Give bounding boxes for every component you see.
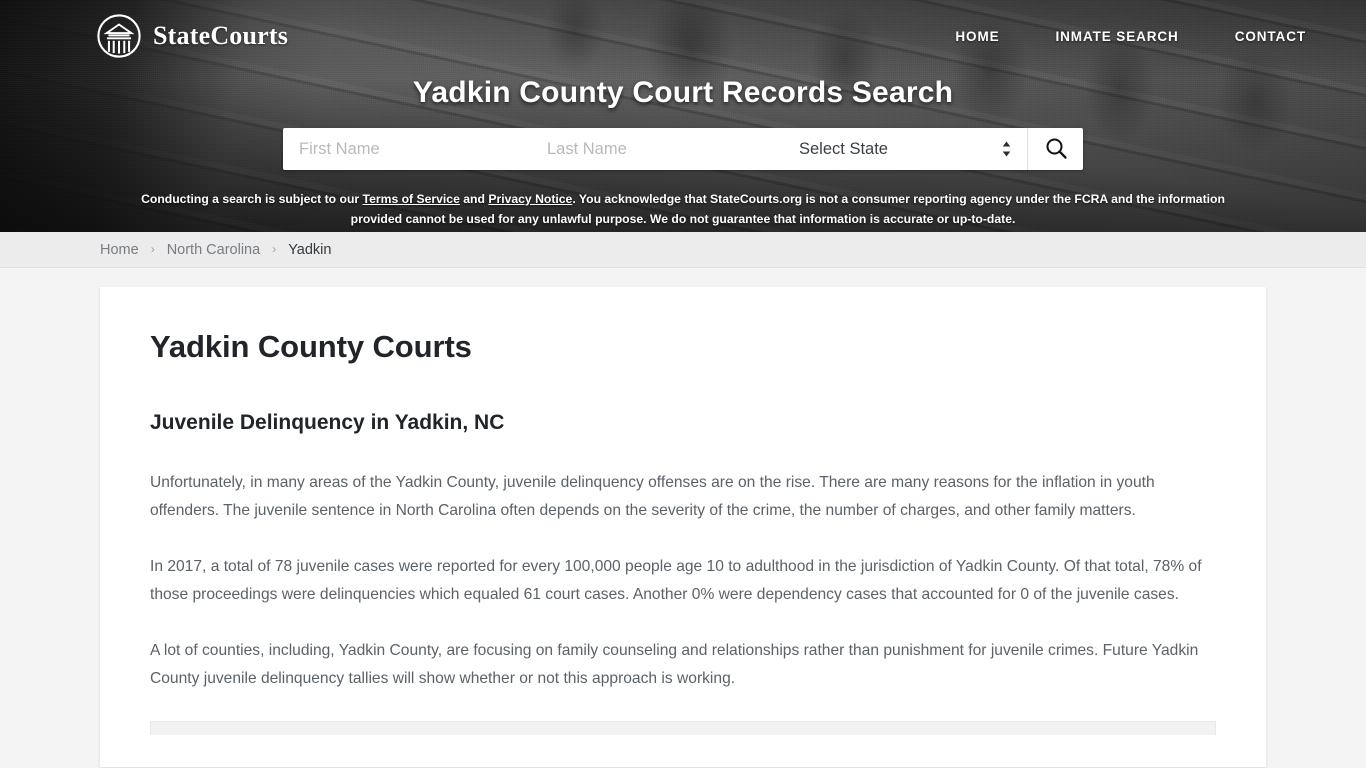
breadcrumb-item-home[interactable]: Home (100, 242, 139, 258)
state-select-value: Select State (799, 139, 888, 158)
content-card: Yadkin County Courts Juvenile Delinquenc… (100, 287, 1266, 767)
breadcrumb-item-north-carolina[interactable]: North Carolina (167, 242, 261, 258)
courts-table-header (150, 721, 1216, 735)
breadcrumb: Home › North Carolina › Yadkin (100, 242, 331, 258)
state-select[interactable]: Select State (783, 128, 1027, 170)
hero-title: Yadkin County Court Records Search (412, 76, 954, 109)
chevron-right-icon: › (150, 241, 155, 256)
breadcrumb-bar: Home › North Carolina › Yadkin (0, 232, 1366, 268)
chevron-up-down-icon (1002, 141, 1011, 157)
courthouse-circle-icon (96, 13, 142, 59)
last-name-input[interactable] (531, 128, 783, 170)
disclaimer-text-2: and (459, 192, 489, 206)
disclaimer-text-1: Conducting a search is subject to our (141, 192, 363, 206)
brand-name: StateCourts (153, 21, 289, 50)
page-body: Yadkin County Courts Juvenile Delinquenc… (0, 268, 1366, 767)
magnifier-icon (1044, 136, 1068, 163)
search-disclaimer: Conducting a search is subject to our Te… (128, 189, 1238, 229)
hero-banner: StateCourts HOME INMATE SEARCH CONTACT Y… (0, 0, 1366, 232)
search-section: Select State (0, 128, 1366, 170)
terms-of-service-link[interactable]: Terms of Service (363, 192, 460, 206)
paragraph-2: In 2017, a total of 78 juvenile cases we… (150, 558, 1202, 603)
section-title: Juvenile Delinquency in Yadkin, NC (150, 411, 505, 434)
main-navigation: HOME INMATE SEARCH CONTACT (955, 29, 1306, 44)
breadcrumb-item-yadkin: Yadkin (288, 241, 332, 258)
search-button[interactable] (1027, 128, 1083, 170)
paragraph-1: Unfortunately, in many areas of the Yadk… (150, 474, 1155, 519)
nav-inmate-search[interactable]: INMATE SEARCH (1056, 29, 1179, 44)
chevron-right-icon: › (272, 241, 277, 256)
nav-home[interactable]: HOME (955, 29, 999, 44)
privacy-notice-link[interactable]: Privacy Notice (488, 192, 572, 206)
top-bar: StateCourts HOME INMATE SEARCH CONTACT (0, 0, 1366, 72)
nav-contact[interactable]: CONTACT (1235, 29, 1306, 44)
brand-logo-link[interactable]: StateCourts (96, 13, 288, 59)
court-records-search-form: Select State (283, 128, 1083, 170)
paragraph-3: A lot of counties, including, Yadkin Cou… (150, 642, 1199, 687)
first-name-input[interactable] (283, 128, 531, 170)
page-title: Yadkin County Courts (150, 329, 472, 364)
